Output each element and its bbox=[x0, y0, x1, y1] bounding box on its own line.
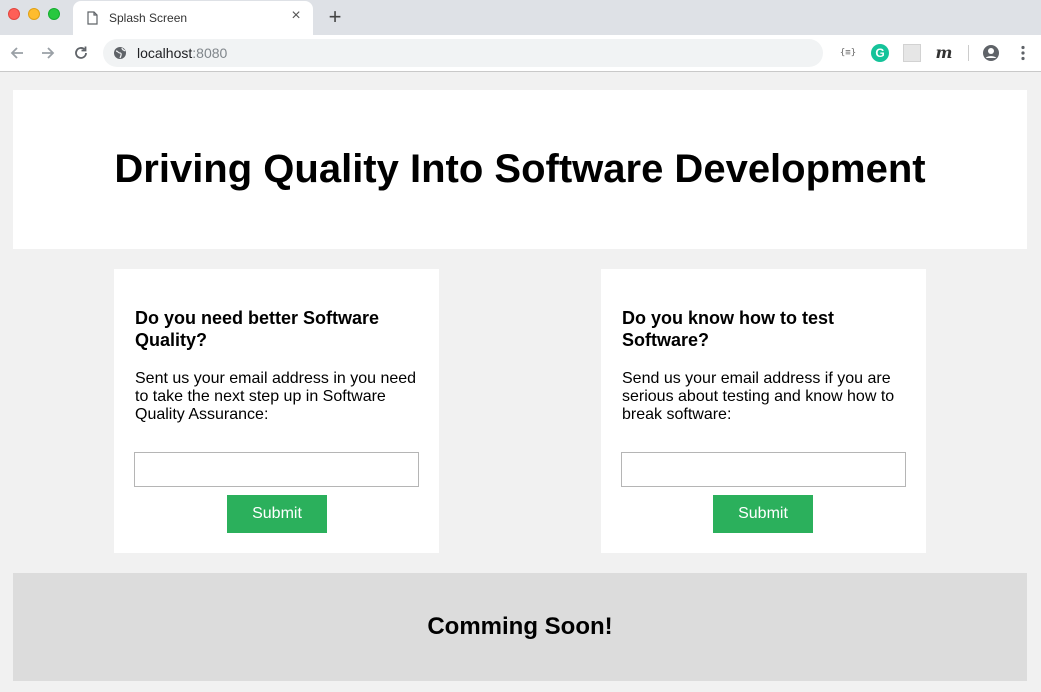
browser-tabstrip: Splash Screen × + bbox=[0, 0, 1041, 35]
close-tab-icon[interactable]: × bbox=[289, 8, 303, 24]
browser-toolbar: localhost:8080 {≡} G m bbox=[0, 35, 1041, 72]
card-description: Sent us your email address in you need t… bbox=[135, 370, 417, 423]
more-menu-icon[interactable] bbox=[1014, 44, 1032, 62]
page-content: Driving Quality Into Software Developmen… bbox=[0, 72, 1041, 692]
close-window-button[interactable] bbox=[8, 8, 20, 20]
json-viewer-icon[interactable]: {≡} bbox=[839, 44, 857, 62]
tab-title: Splash Screen bbox=[109, 11, 188, 25]
back-arrow-icon[interactable] bbox=[8, 44, 26, 62]
submit-button[interactable]: Submit bbox=[227, 495, 327, 533]
url-text: localhost:8080 bbox=[137, 45, 228, 61]
page-title: Driving Quality Into Software Developmen… bbox=[114, 147, 926, 191]
maximize-window-button[interactable] bbox=[48, 8, 60, 20]
card-heading: Do you need better Software Quality? bbox=[135, 308, 380, 350]
address-bar[interactable]: localhost:8080 bbox=[103, 39, 823, 67]
forward-arrow-icon[interactable] bbox=[39, 44, 57, 62]
hero-banner: Driving Quality Into Software Developmen… bbox=[13, 90, 1027, 249]
m-extension-icon[interactable]: m bbox=[935, 44, 953, 62]
globe-icon bbox=[114, 47, 126, 59]
minimize-window-button[interactable] bbox=[28, 8, 40, 20]
card-heading: Do you know how to test Software? bbox=[622, 308, 834, 350]
email-input[interactable] bbox=[134, 452, 419, 487]
card-description: Send us your email address if you are se… bbox=[622, 370, 895, 423]
toolbar-divider bbox=[968, 45, 969, 61]
extension-icon[interactable] bbox=[903, 44, 921, 62]
reload-icon[interactable] bbox=[72, 44, 90, 62]
signup-card-testing: Do you know how to test Software? Send u… bbox=[601, 269, 926, 553]
submit-button[interactable]: Submit bbox=[713, 495, 813, 533]
grammarly-icon[interactable]: G bbox=[871, 44, 889, 62]
page-icon bbox=[87, 11, 98, 25]
new-tab-button[interactable]: + bbox=[326, 6, 344, 28]
coming-soon-text: Comming Soon! bbox=[427, 613, 613, 640]
footer-banner: Comming Soon! bbox=[13, 573, 1027, 681]
profile-avatar-icon[interactable] bbox=[982, 44, 1000, 62]
browser-tab[interactable]: Splash Screen × bbox=[73, 1, 313, 35]
email-input[interactable] bbox=[621, 452, 906, 487]
signup-card-quality: Do you need better Software Quality? Sen… bbox=[114, 269, 439, 553]
